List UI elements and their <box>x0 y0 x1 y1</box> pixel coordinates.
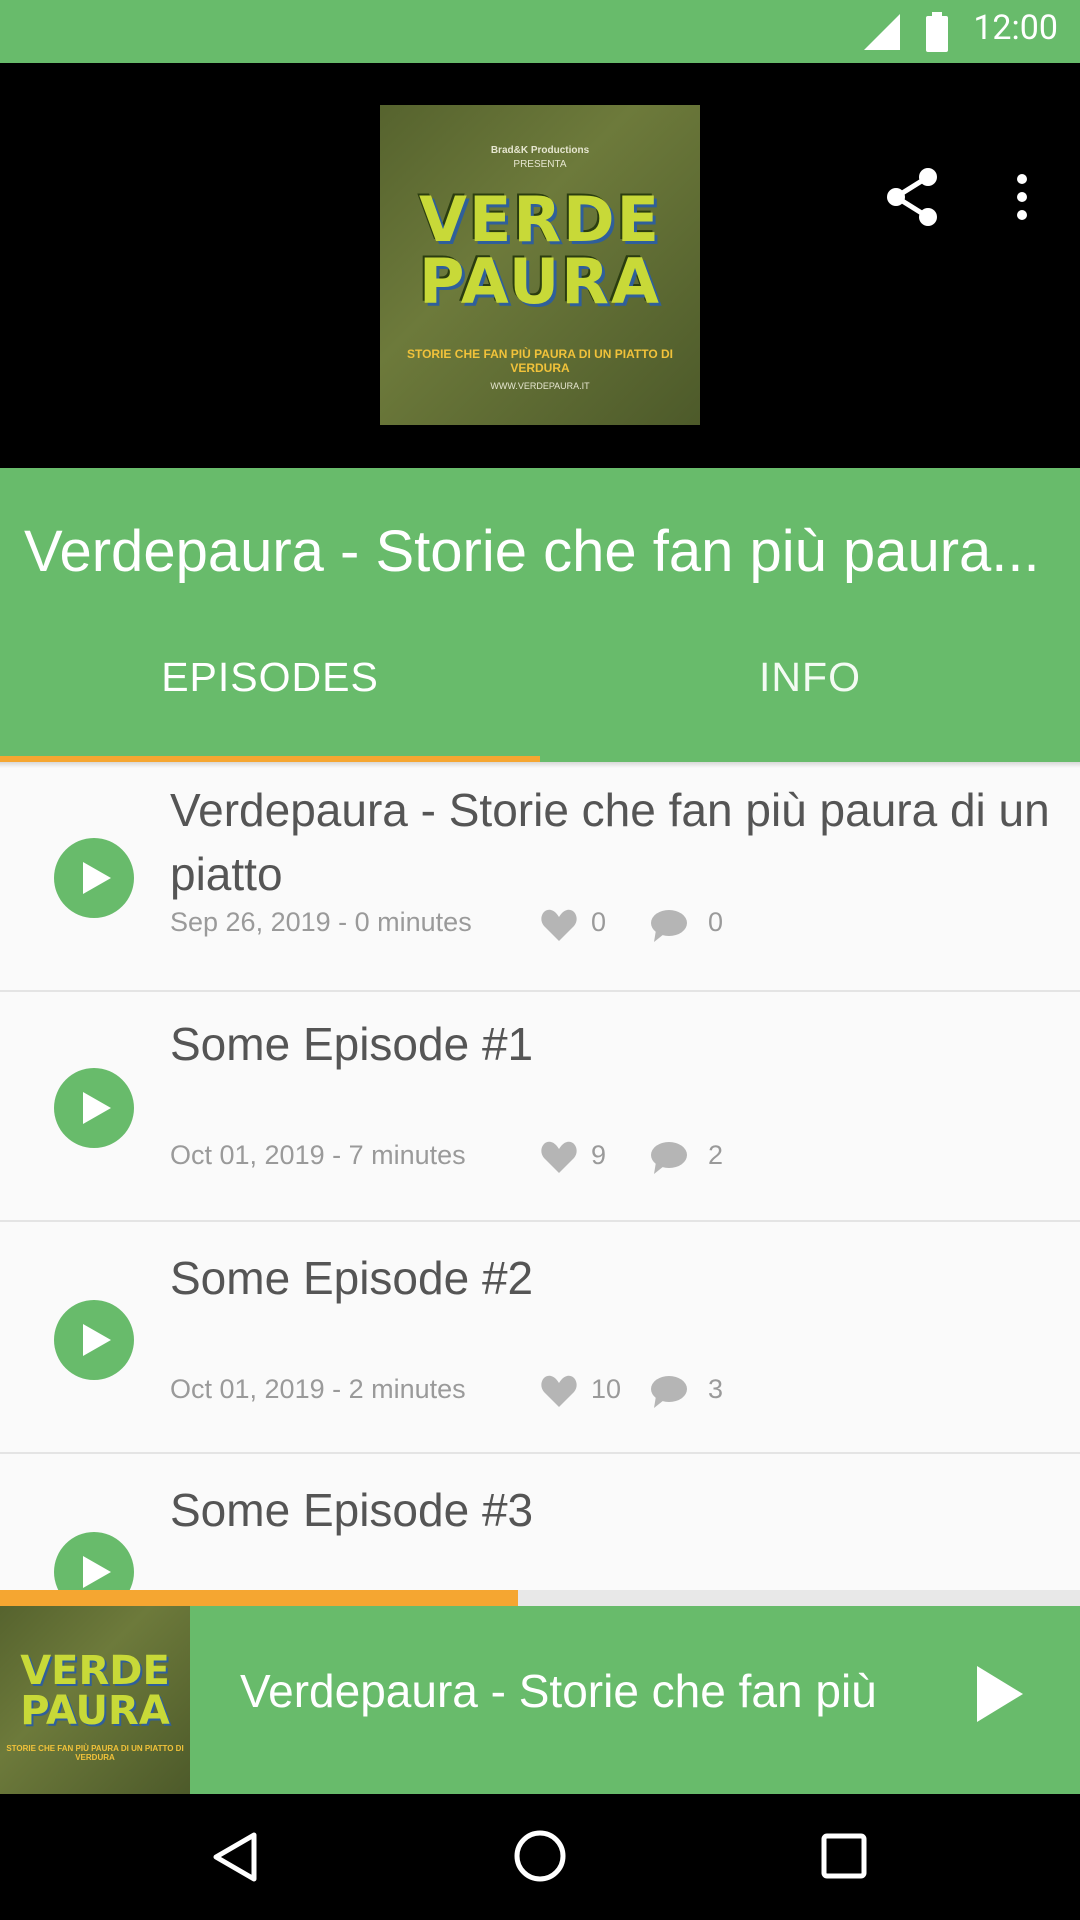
cover-brand: Brad&K Productions <box>490 145 590 156</box>
episode-play-button[interactable] <box>54 1300 134 1380</box>
episode-row[interactable]: Some Episode #2 Oct 01, 2019 - 2 minutes… <box>0 1224 1080 1454</box>
cover-presenta: PRESENTA <box>513 159 567 170</box>
share-icon[interactable] <box>882 167 942 227</box>
comment-icon[interactable] <box>650 1140 688 1176</box>
mini-player-cover-art: VERDE PAURA STORIE CHE FAN PIÙ PAURA DI … <box>0 1606 190 1794</box>
heart-icon[interactable] <box>540 907 578 943</box>
cover-tagline: STORIE CHE FAN PIÙ PAURA DI UN PIATTO DI… <box>406 347 674 375</box>
mini-player[interactable]: VERDE PAURA STORIE CHE FAN PIÙ PAURA DI … <box>0 1606 1080 1794</box>
episode-title: Some Episode #3 <box>170 1484 534 1536</box>
episode-row[interactable]: Some Episode #3 <box>0 1456 1080 1590</box>
episode-list[interactable]: Verdepaura - Storie che fan più paura di… <box>0 762 1080 1590</box>
episode-meta: Sep 26, 2019 - 0 minutes <box>170 907 472 937</box>
episode-row[interactable]: Some Episode #1 Oct 01, 2019 - 7 minutes… <box>0 992 1080 1222</box>
episode-meta: Oct 01, 2019 - 2 minutes <box>170 1374 466 1404</box>
play-icon <box>83 1556 111 1588</box>
mini-player-title: Verdepaura - Storie che fan più <box>240 1665 877 1717</box>
status-bar: 12:00 <box>0 0 1080 63</box>
recents-icon[interactable] <box>820 1832 868 1880</box>
heart-icon[interactable] <box>540 1373 578 1409</box>
battery-icon <box>926 12 948 52</box>
heart-icon[interactable] <box>540 1139 578 1175</box>
status-time: 12:00 <box>973 8 1058 48</box>
comment-count: 3 <box>708 1374 724 1404</box>
comment-count: 2 <box>708 1140 724 1170</box>
episode-title: Some Episode #2 <box>170 1252 534 1304</box>
comment-icon[interactable] <box>650 908 688 944</box>
episode-play-button[interactable] <box>54 1532 134 1590</box>
episode-row[interactable]: Verdepaura - Storie che fan più paura di… <box>0 762 1080 992</box>
podcast-title: Verdepaura - Storie che fan più paura... <box>24 519 1040 584</box>
tab-info[interactable]: INFO <box>540 654 1080 701</box>
home-icon[interactable] <box>512 1828 568 1884</box>
episode-meta: Oct 01, 2019 - 7 minutes <box>170 1140 466 1170</box>
comment-icon[interactable] <box>650 1374 688 1410</box>
episode-play-button[interactable] <box>54 838 134 918</box>
play-icon <box>83 1324 111 1356</box>
title-bar: Verdepaura - Storie che fan più paura...… <box>0 468 1080 762</box>
system-nav-bar <box>0 1794 1080 1920</box>
podcast-header: Brad&K Productions PRESENTA VERDE PAURA … <box>0 63 1080 468</box>
episode-title: Verdepaura - Storie che fan più paura di… <box>170 784 1050 900</box>
mini-cover-logo-line2: PAURA <box>20 1688 170 1734</box>
more-vert-icon[interactable] <box>1002 167 1042 227</box>
playback-progress-fill <box>0 1590 519 1606</box>
tab-episodes[interactable]: EPISODES <box>0 654 540 701</box>
like-count: 9 <box>591 1140 607 1170</box>
back-icon[interactable] <box>212 1832 258 1882</box>
cover-site: WWW.VERDEPAURA.IT <box>490 381 590 391</box>
signal-icon <box>864 14 900 50</box>
play-icon[interactable] <box>975 1664 1025 1724</box>
play-icon <box>83 1092 111 1124</box>
mini-cover-tagline: STORIE CHE FAN PIÙ PAURA DI UN PIATTO DI… <box>6 1744 184 1762</box>
podcast-cover-art: Brad&K Productions PRESENTA VERDE PAURA … <box>380 105 700 425</box>
title-shadow <box>0 762 1080 768</box>
play-icon <box>83 862 111 894</box>
episode-play-button[interactable] <box>54 1068 134 1148</box>
episode-title: Some Episode #1 <box>170 1018 534 1070</box>
comment-count: 0 <box>708 907 724 937</box>
like-count: 10 <box>591 1374 622 1404</box>
playback-progress-bar[interactable] <box>0 1590 1080 1606</box>
cover-logo-line2: PAURA <box>419 245 661 318</box>
like-count: 0 <box>591 907 607 937</box>
